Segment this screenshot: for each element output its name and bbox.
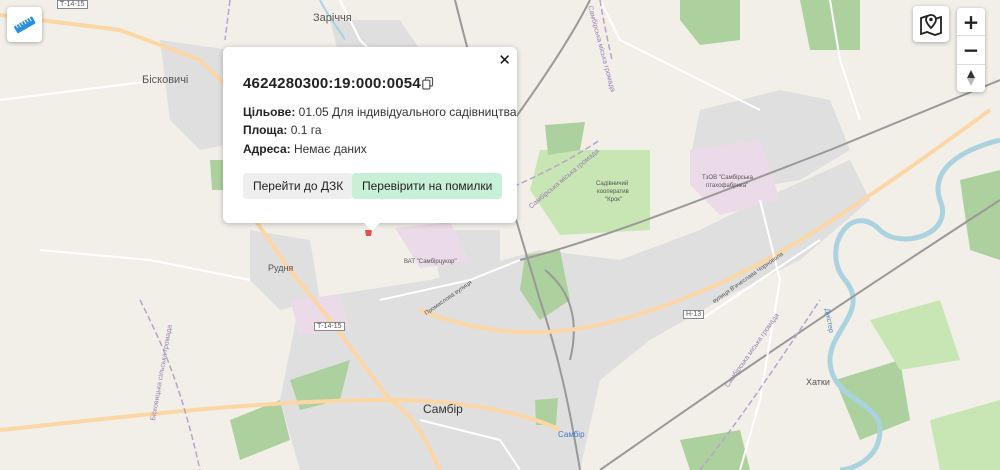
zoom-controls: + − [957, 8, 985, 92]
go-to-dzk-button[interactable]: Перейти до ДЗК [243, 173, 354, 199]
copy-icon[interactable] [422, 76, 434, 95]
area-value: 0.1 га [290, 123, 322, 137]
label-biskovychi: Бісковичі [142, 74, 189, 86]
label-tov-1: ТзОВ "Самбірська [702, 175, 754, 181]
purpose-row: Цільове: 01.05 Для індивідуального садів… [243, 105, 517, 119]
area-row: Площа: 0.1 га [243, 123, 322, 137]
compass-icon [967, 70, 975, 87]
label-khatky: Хатки [806, 377, 830, 387]
address-value: Немає даних [293, 142, 367, 156]
road-shield-t1415-top: Т-14-15 [57, 0, 88, 9]
ruler-button[interactable] [7, 7, 42, 42]
zoom-out-button[interactable]: − [957, 36, 985, 65]
purpose-value: 01.05 Для індивідуального садівництва [298, 105, 517, 119]
label-sadivnychyi-3: "Крок" [605, 197, 623, 203]
close-button[interactable]: ✕ [498, 51, 511, 69]
address-label: Адреса: [243, 142, 291, 156]
map-layers-button[interactable] [913, 6, 949, 42]
label-sambir: Самбір [423, 402, 463, 416]
cadastral-number: 4624280300:19:000:0054 [243, 75, 421, 92]
label-sadivnychyi-2: кооператив [597, 189, 629, 195]
purpose-label: Цільове: [243, 105, 296, 119]
road-shield-t1415-bottom: Т-14-15 [314, 322, 345, 331]
label-vat-sambirtsukor: ВАТ "Самбірцукор" [404, 259, 457, 265]
label-sadivnychyi-1: Садівничий [596, 181, 629, 187]
address-row: Адреса: Немає даних [243, 142, 367, 156]
parcel-popup: ✕ 4624280300:19:000:0054 Цільове: 01.05 … [223, 47, 517, 231]
label-sambir-station: Самбір [558, 430, 585, 439]
ruler-icon [14, 16, 36, 34]
label-zarichchia: Заріччя [313, 12, 352, 24]
check-errors-button[interactable]: Перевірити на помилки [352, 173, 503, 199]
reset-north-button[interactable] [957, 65, 985, 92]
popup-tip [364, 223, 380, 231]
label-rudnia: Рудня [268, 263, 294, 273]
label-tov-2: птахофабрика" [706, 183, 749, 189]
map-pin-icon [920, 14, 942, 36]
area-label: Площа: [243, 123, 288, 137]
road-shield-h13: Н-13 [683, 310, 705, 319]
zoom-in-button[interactable]: + [957, 8, 985, 37]
